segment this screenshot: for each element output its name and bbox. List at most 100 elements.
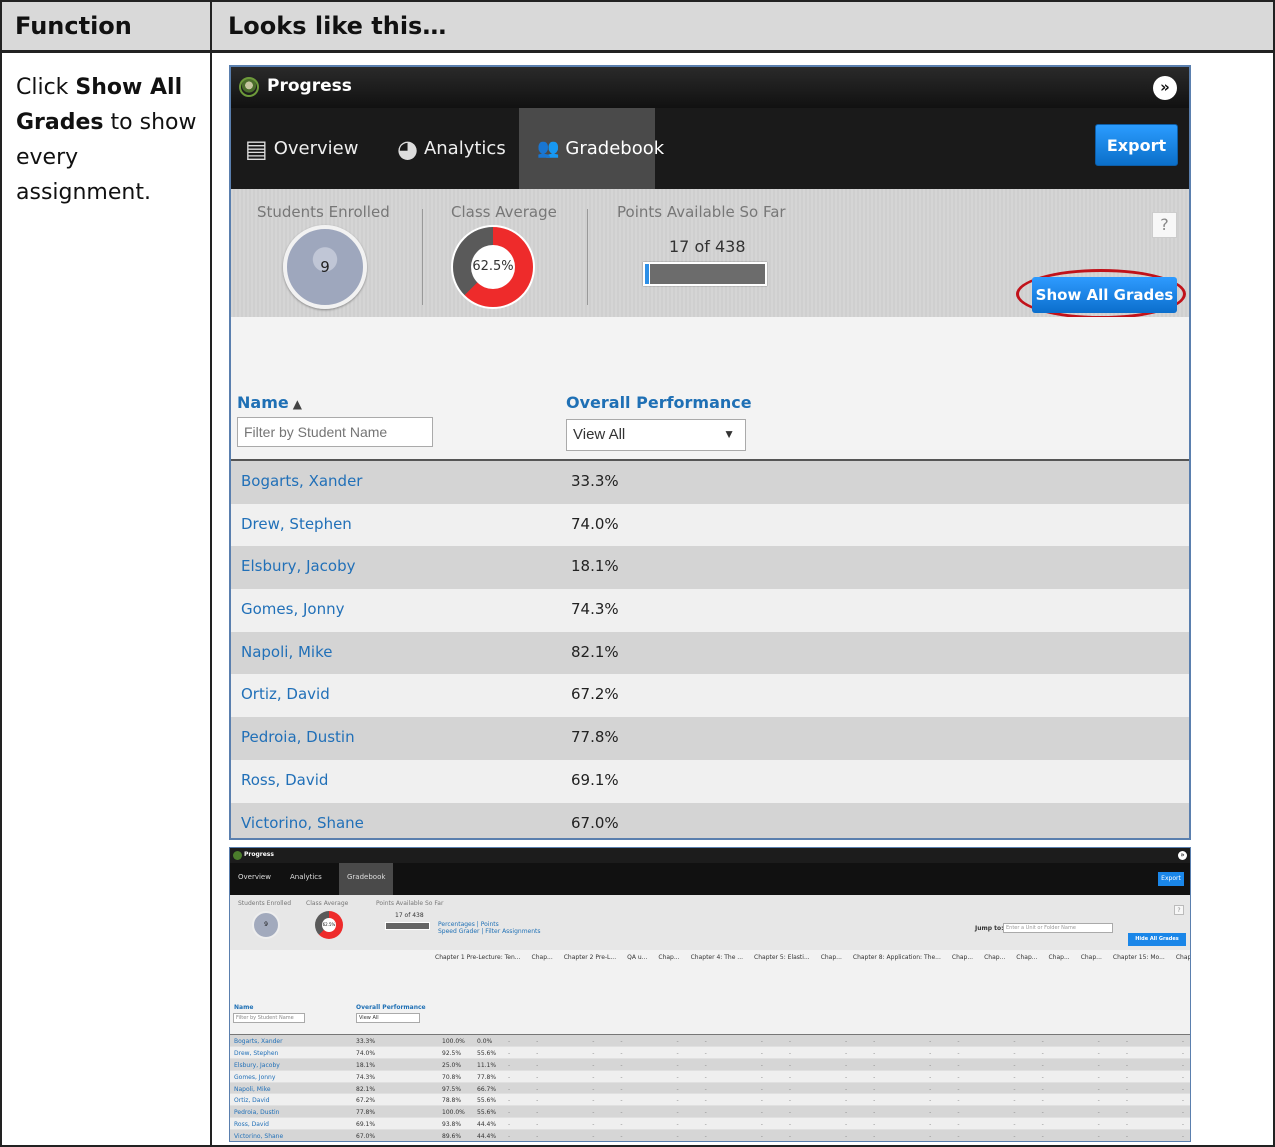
student-name-link[interactable]: Elsbury, Jacoby	[241, 557, 356, 575]
mini-points-value: 17 of 438	[395, 912, 424, 919]
table-header-row: Function Looks like this…	[2, 2, 1273, 53]
mini-student-name[interactable]: Bogarts, Xander	[234, 1038, 283, 1045]
chapter-header[interactable]: Chap...	[1176, 954, 1190, 961]
mini-performance-select[interactable]: View All	[356, 1013, 420, 1023]
table-row: Pedroia, Dustin 77.8%	[231, 717, 1189, 760]
mini-stats-panel: Students Enrolled 9 Class Average 62.5% …	[230, 895, 1190, 950]
tab-analytics[interactable]: ◕ Analytics	[397, 108, 506, 189]
chapter-header[interactable]: Chapter 4: The ...	[691, 954, 743, 961]
overall-performance-value: 18.1%	[571, 557, 619, 576]
jump-to-input[interactable]: Enter a Unit or Folder Name	[1003, 923, 1113, 933]
column-header-area: Name▲ Overall Performance View All ▼	[231, 317, 1189, 461]
mini-column-headers: Chapter 1 Pre-Lecture: Ten... Chap... Chap…	[230, 950, 1190, 1035]
student-name-link[interactable]: Gomes, Jonny	[241, 600, 344, 618]
student-name-link[interactable]: Ross, David	[241, 771, 328, 789]
chapter-header[interactable]: Chap...	[984, 954, 1005, 961]
people-icon: 👥	[537, 138, 560, 159]
mini-student-name[interactable]: Ross, David	[234, 1121, 269, 1128]
mini-overall-value: 82.1%	[356, 1085, 376, 1093]
mini-grade-cell: 97.5%	[442, 1085, 462, 1093]
mini-student-name[interactable]: Napoli, Mike	[234, 1086, 271, 1093]
mini-title-bar: Progress	[230, 848, 1190, 863]
tab-overview[interactable]: ▤ Overview	[245, 108, 358, 189]
mini-grade-cell: 55.6%	[477, 1097, 497, 1105]
mini-table-row: Gomes, Jonny 74.3% 70.8% 77.8% -- -- -- -- -…	[230, 1070, 1190, 1083]
chapter-header[interactable]: QA u...	[627, 954, 647, 961]
chapter-header[interactable]: Chapter 2 Pre-L...	[564, 954, 616, 961]
mini-empty-cells: -- -- -- -- -- -- -- -- -- -- -- -- -- -…	[508, 1085, 1190, 1093]
chapter-headers: Chapter 1 Pre-Lecture: Ten... Chap... Chap…	[435, 954, 1190, 961]
stats-panel: Students Enrolled 9 Class Average 62.5% …	[231, 189, 1189, 319]
mini-empty-cells: -- -- -- -- -- -- -- -- -- -- -- -- -- -…	[508, 1049, 1190, 1057]
speed-grader-filter-links[interactable]: Speed Grader | Filter Assignments	[438, 928, 541, 935]
app-title: Progress	[267, 76, 352, 96]
mini-grade-cell: 100.0%	[442, 1038, 465, 1045]
mini-name-filter[interactable]: Filter by Student Name	[233, 1013, 305, 1023]
performance-filter-select[interactable]: View All ▼	[566, 419, 746, 451]
overall-performance-header[interactable]: Overall Performance	[566, 393, 752, 412]
chapter-header[interactable]: Chapter 8: Application: The...	[853, 954, 941, 961]
mini-view-links[interactable]: Percentages | Points Speed Grader | Filte…	[438, 921, 541, 935]
mini-student-name[interactable]: Elsbury, Jacoby	[234, 1062, 280, 1069]
chapter-header[interactable]: Chap...	[532, 954, 553, 961]
percentages-points-links[interactable]: Percentages | Points	[438, 921, 541, 928]
help-button[interactable]: ?	[1152, 212, 1177, 238]
student-name-link[interactable]: Ortiz, David	[241, 685, 330, 703]
student-name-link[interactable]: Pedroia, Dustin	[241, 728, 355, 746]
chapter-header[interactable]: Chapter 15: Mo...	[1113, 954, 1165, 961]
student-name-link[interactable]: Victorino, Shane	[241, 814, 364, 832]
chapter-header[interactable]: Chap...	[821, 954, 842, 961]
export-button[interactable]: Export	[1095, 124, 1178, 166]
sort-ascending-icon: ▲	[292, 397, 302, 411]
mini-collapse-icon[interactable]: »	[1178, 851, 1187, 860]
mini-student-name[interactable]: Ortiz, David	[234, 1097, 270, 1104]
tab-gradebook[interactable]: 👥 Gradebook	[519, 108, 664, 189]
name-column-header[interactable]: Name ▲	[237, 393, 302, 412]
mini-table-row: Ortiz, David 67.2% 78.8% 55.6% -- -- -- -- -…	[230, 1094, 1190, 1107]
chapter-header[interactable]: Chap...	[1048, 954, 1069, 961]
mini-tab-analytics[interactable]: Analytics	[290, 873, 322, 881]
mini-grade-cell: 44.4%	[477, 1133, 497, 1141]
student-name-link[interactable]: Drew, Stephen	[241, 515, 352, 533]
student-name-link[interactable]: Napoli, Mike	[241, 643, 332, 661]
chapter-header[interactable]: Chap...	[1016, 954, 1037, 961]
collapse-icon[interactable]: »	[1153, 76, 1177, 100]
chapter-header[interactable]: Chapter 1 Pre-Lecture: Ten...	[435, 954, 521, 961]
show-all-grades-button[interactable]: Show All Grades	[1032, 277, 1177, 313]
mini-overall-value: 74.0%	[356, 1049, 376, 1057]
app-logo-icon	[239, 77, 259, 97]
mini-student-name[interactable]: Pedroia, Dustin	[234, 1109, 279, 1116]
divider	[422, 209, 423, 305]
mini-student-name[interactable]: Gomes, Jonny	[234, 1074, 275, 1081]
mini-grade-cell: 93.8%	[442, 1121, 462, 1129]
hide-all-grades-button[interactable]: Hide All Grades	[1128, 933, 1186, 946]
mini-grade-cell: 66.7%	[477, 1085, 497, 1093]
student-list: Bogarts, Xander 33.3% Drew, Stephen 74.0% El…	[231, 461, 1189, 838]
class-average-donut: 62.5%	[451, 225, 535, 309]
chapter-header[interactable]: Chap...	[1081, 954, 1102, 961]
mini-name-header[interactable]: Name	[234, 1004, 253, 1011]
mini-grade-cell: 92.5%	[442, 1049, 462, 1057]
mini-student-name[interactable]: Drew, Stephen	[234, 1050, 278, 1057]
table-row: Ortiz, David 67.2%	[231, 674, 1189, 718]
mini-tab-gradebook[interactable]: Gradebook	[339, 863, 394, 895]
mini-grade-cell: 55.6%	[477, 1049, 497, 1057]
mini-student-name[interactable]: Victorino, Shane	[234, 1133, 283, 1140]
chapter-header[interactable]: Chap...	[952, 954, 973, 961]
mini-help-button[interactable]: ?	[1174, 905, 1184, 915]
mini-performance-header[interactable]: Overall Performance	[356, 1004, 426, 1011]
chapter-header[interactable]: Chapter 5: Elasti...	[754, 954, 810, 961]
mini-grade-cell: 78.8%	[442, 1097, 462, 1105]
overall-performance-value: 74.3%	[571, 600, 619, 619]
mini-student-list: Bogarts, Xander 33.3% 100.0% 0.0% -- -- -- -…	[230, 1035, 1190, 1141]
student-name-link[interactable]: Bogarts, Xander	[241, 472, 362, 490]
jump-to-label: Jump to:	[975, 925, 1004, 932]
mini-average-value: 62.5%	[322, 918, 336, 932]
mini-nav-bar: Overview Analytics Gradebook Export	[230, 863, 1190, 895]
chapter-header[interactable]: Chap...	[658, 954, 679, 961]
mini-tab-overview[interactable]: Overview	[238, 873, 271, 881]
mini-grade-cell: 89.6%	[442, 1133, 462, 1141]
mini-grade-cell: 100.0%	[442, 1109, 465, 1117]
student-name-filter-input[interactable]	[237, 417, 433, 447]
mini-export-button[interactable]: Export	[1158, 872, 1184, 886]
